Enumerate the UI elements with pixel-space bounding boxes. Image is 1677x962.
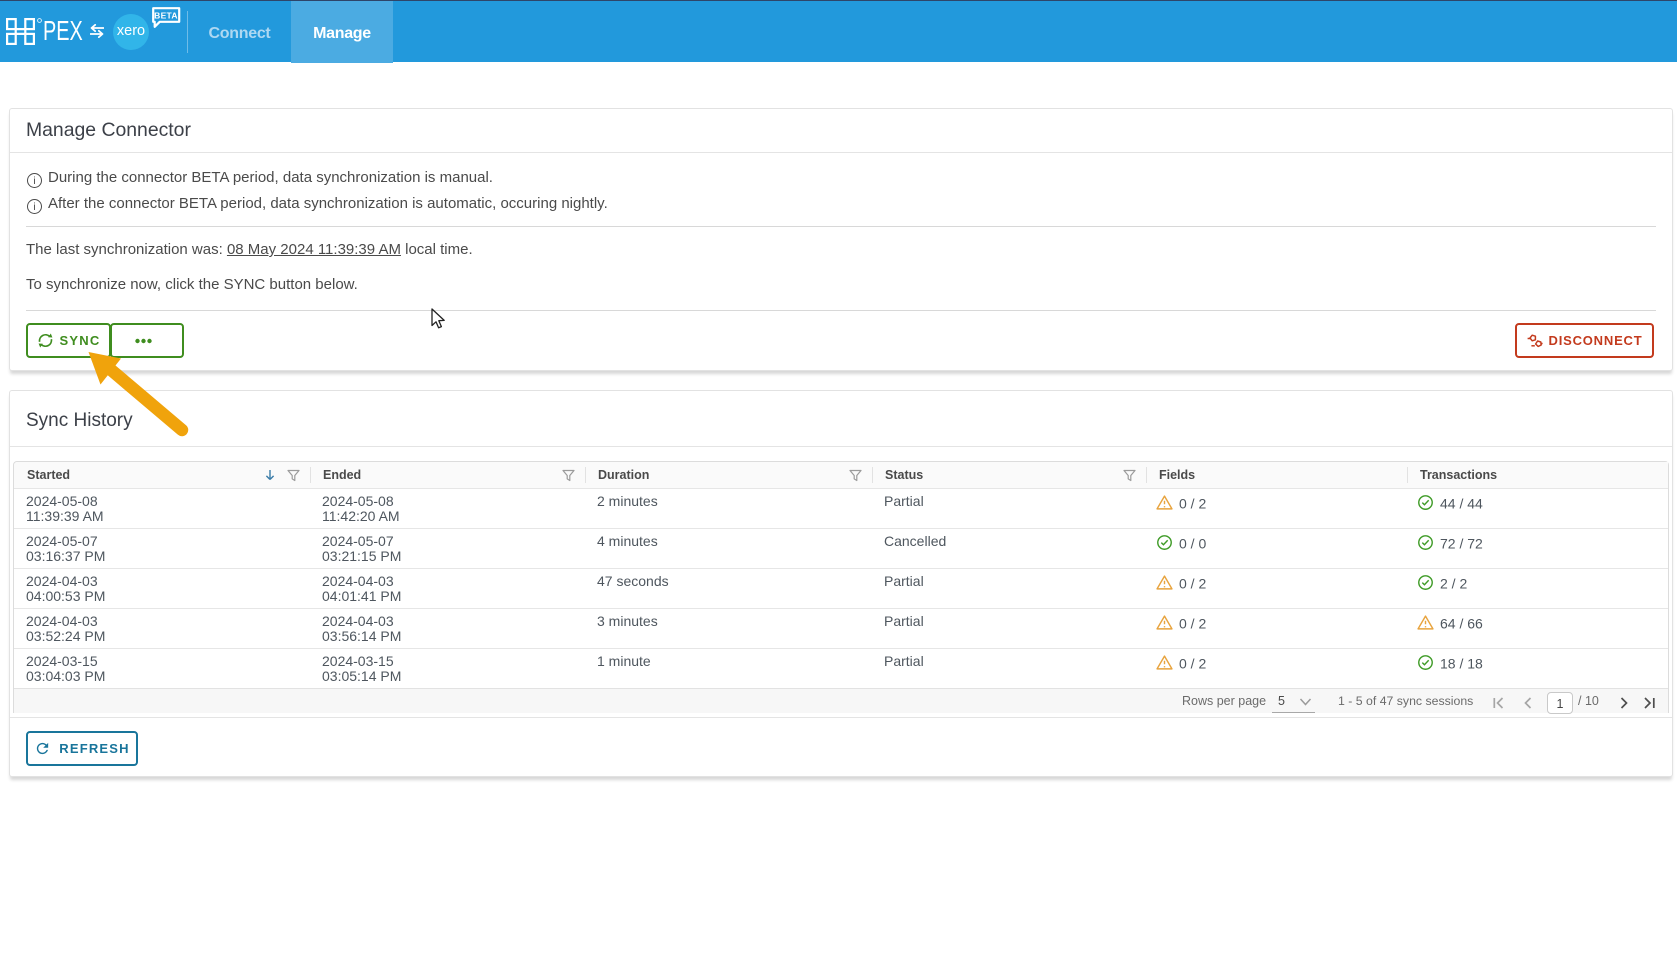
svg-text:BETA: BETA	[154, 10, 178, 20]
